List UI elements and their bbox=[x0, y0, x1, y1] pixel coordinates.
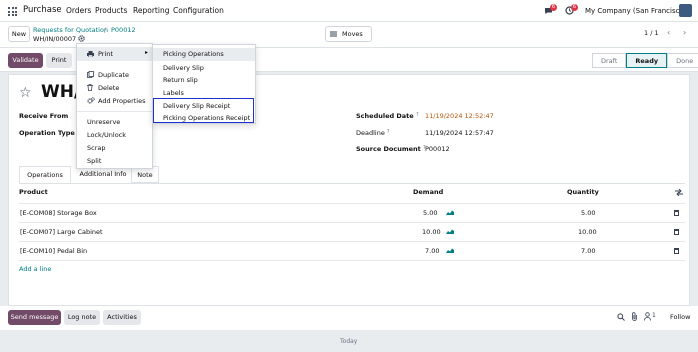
send-message-button[interactable]: Send message bbox=[8, 310, 61, 325]
moves-label: Moves bbox=[342, 30, 363, 38]
row-quantity[interactable]: 5.00 bbox=[581, 209, 595, 217]
action-delete[interactable]: Delete bbox=[98, 84, 119, 92]
tab-operations[interactable]: Operations bbox=[19, 166, 71, 183]
row-demand[interactable]: 5.00 bbox=[423, 209, 437, 217]
row-quantity[interactable]: 10.00 bbox=[578, 228, 597, 236]
forecast-chart-icon[interactable] bbox=[446, 248, 454, 253]
receive-from-label: Receive From bbox=[19, 112, 69, 120]
col-header-product[interactable]: Product bbox=[19, 188, 48, 196]
row-product[interactable]: [E-COM10] Pedal Bin bbox=[20, 247, 87, 255]
action-lock-unlock[interactable]: Lock/Unlock bbox=[87, 131, 126, 139]
print-return-slip[interactable]: Return slip bbox=[163, 76, 198, 84]
trash-icon bbox=[87, 84, 93, 91]
today-separator: Today bbox=[340, 338, 358, 345]
action-unreserve[interactable]: Unreserve bbox=[87, 118, 120, 126]
action-print-label: Print bbox=[98, 50, 113, 58]
printer-icon bbox=[87, 51, 94, 57]
star-icon[interactable]: ☆ bbox=[19, 85, 32, 101]
help-icon[interactable]: ? bbox=[387, 129, 390, 135]
trash-icon[interactable] bbox=[674, 229, 679, 235]
activity-badge: 6 bbox=[571, 4, 578, 11]
followers-icon[interactable] bbox=[644, 312, 651, 321]
action-scrap[interactable]: Scrap bbox=[87, 144, 105, 152]
add-line-link[interactable]: Add a line bbox=[19, 265, 51, 273]
breadcrumb-parent[interactable]: P00012 bbox=[111, 26, 136, 34]
new-button[interactable]: New bbox=[8, 26, 30, 42]
trash-icon[interactable] bbox=[674, 210, 679, 216]
scheduled-date-value[interactable]: 11/19/2024 12:52:47 bbox=[425, 112, 494, 120]
breadcrumb-separator: / bbox=[104, 26, 107, 34]
tab-divider bbox=[19, 183, 685, 184]
menu-configuration[interactable]: Configuration bbox=[173, 6, 224, 15]
status-steps: Draft Ready Done bbox=[592, 53, 698, 68]
caret-right-icon: ▸ bbox=[145, 49, 149, 56]
action-duplicate[interactable]: Duplicate bbox=[98, 71, 129, 79]
menu-reporting[interactable]: Reporting bbox=[133, 6, 169, 15]
column-settings-icon[interactable] bbox=[675, 189, 683, 196]
row-demand[interactable]: 10.00 bbox=[422, 228, 441, 236]
copy-icon bbox=[87, 71, 94, 78]
pager-next-icon[interactable]: › bbox=[683, 28, 686, 37]
row-product[interactable]: [E-COM07] Large Cabinet bbox=[20, 228, 103, 236]
pager-prev-icon[interactable]: ‹ bbox=[667, 28, 670, 37]
source-document-label: Source Document ? bbox=[356, 145, 426, 153]
pager-value[interactable]: 1 / 1 bbox=[644, 29, 659, 37]
table-row[interactable]: [E-COM08] Storage Box 5.00 5.00 bbox=[19, 203, 685, 221]
log-note-button[interactable]: Log note bbox=[64, 310, 100, 325]
menu-divider bbox=[77, 111, 152, 112]
step-done[interactable]: Done bbox=[667, 53, 698, 68]
col-header-demand[interactable]: Demand bbox=[413, 188, 443, 196]
apps-grid-icon[interactable] bbox=[8, 7, 17, 16]
follow-button[interactable]: Follow bbox=[670, 313, 690, 321]
activities-button[interactable]: Activities bbox=[103, 310, 141, 325]
deadline-value[interactable]: 11/19/2024 12:57:47 bbox=[425, 129, 494, 137]
paperclip-icon[interactable] bbox=[631, 312, 638, 321]
user-avatar[interactable] bbox=[679, 4, 692, 17]
print-delivery-slip[interactable]: Delivery Slip bbox=[163, 64, 204, 72]
deadline-label: Deadline ? bbox=[356, 129, 390, 137]
validate-button[interactable]: Validate bbox=[8, 53, 43, 68]
record-name: WH/IN/00007 bbox=[33, 35, 77, 43]
menu-orders[interactable]: Orders bbox=[66, 6, 91, 15]
highlight-box bbox=[153, 98, 254, 123]
action-split[interactable]: Split bbox=[87, 157, 101, 165]
cogs-icon bbox=[87, 97, 95, 104]
forecast-chart-icon[interactable] bbox=[446, 210, 454, 215]
operation-type-label: Operation Type bbox=[19, 129, 75, 137]
gear-icon[interactable] bbox=[78, 35, 85, 42]
step-ready[interactable]: Ready bbox=[626, 53, 668, 68]
source-document-value[interactable]: P00012 bbox=[425, 145, 450, 153]
action-menu-dropdown: Print ▸ Duplicate Delete Add Properties … bbox=[76, 43, 153, 169]
trash-icon[interactable] bbox=[674, 248, 679, 254]
scheduled-date-label: Scheduled Date ? bbox=[356, 112, 419, 120]
menu-products[interactable]: Products bbox=[95, 6, 127, 15]
step-draft[interactable]: Draft bbox=[592, 53, 627, 68]
forecast-chart-icon[interactable] bbox=[446, 229, 454, 234]
row-product[interactable]: [E-COM08] Storage Box bbox=[20, 209, 97, 217]
table-row[interactable]: [E-COM07] Large Cabinet 10.00 10.00 bbox=[19, 222, 685, 240]
print-button[interactable]: Print bbox=[46, 53, 72, 68]
row-quantity[interactable]: 7.00 bbox=[581, 247, 595, 255]
table-bottom-border bbox=[19, 260, 685, 261]
search-icon[interactable] bbox=[617, 313, 625, 321]
breadcrumb-root[interactable]: Requests for Quotation bbox=[33, 26, 108, 34]
row-demand[interactable]: 7.00 bbox=[425, 247, 439, 255]
help-icon[interactable]: ? bbox=[416, 112, 419, 118]
print-picking-operations[interactable]: Picking Operations bbox=[163, 50, 224, 58]
action-add-properties[interactable]: Add Properties bbox=[98, 97, 146, 105]
top-navbar: Purchase Orders Products Reporting Confi… bbox=[0, 0, 698, 22]
company-switcher[interactable]: My Company (San Francisco) bbox=[585, 7, 686, 15]
table-row[interactable]: [E-COM10] Pedal Bin 7.00 7.00 bbox=[19, 241, 685, 259]
chat-badge: 6 bbox=[550, 4, 557, 11]
app-brand[interactable]: Purchase bbox=[23, 5, 62, 15]
col-header-quantity[interactable]: Quantity bbox=[567, 188, 599, 196]
list-icon bbox=[330, 31, 337, 37]
print-labels[interactable]: Labels bbox=[163, 89, 184, 97]
followers-count[interactable]: 1 bbox=[652, 312, 656, 319]
